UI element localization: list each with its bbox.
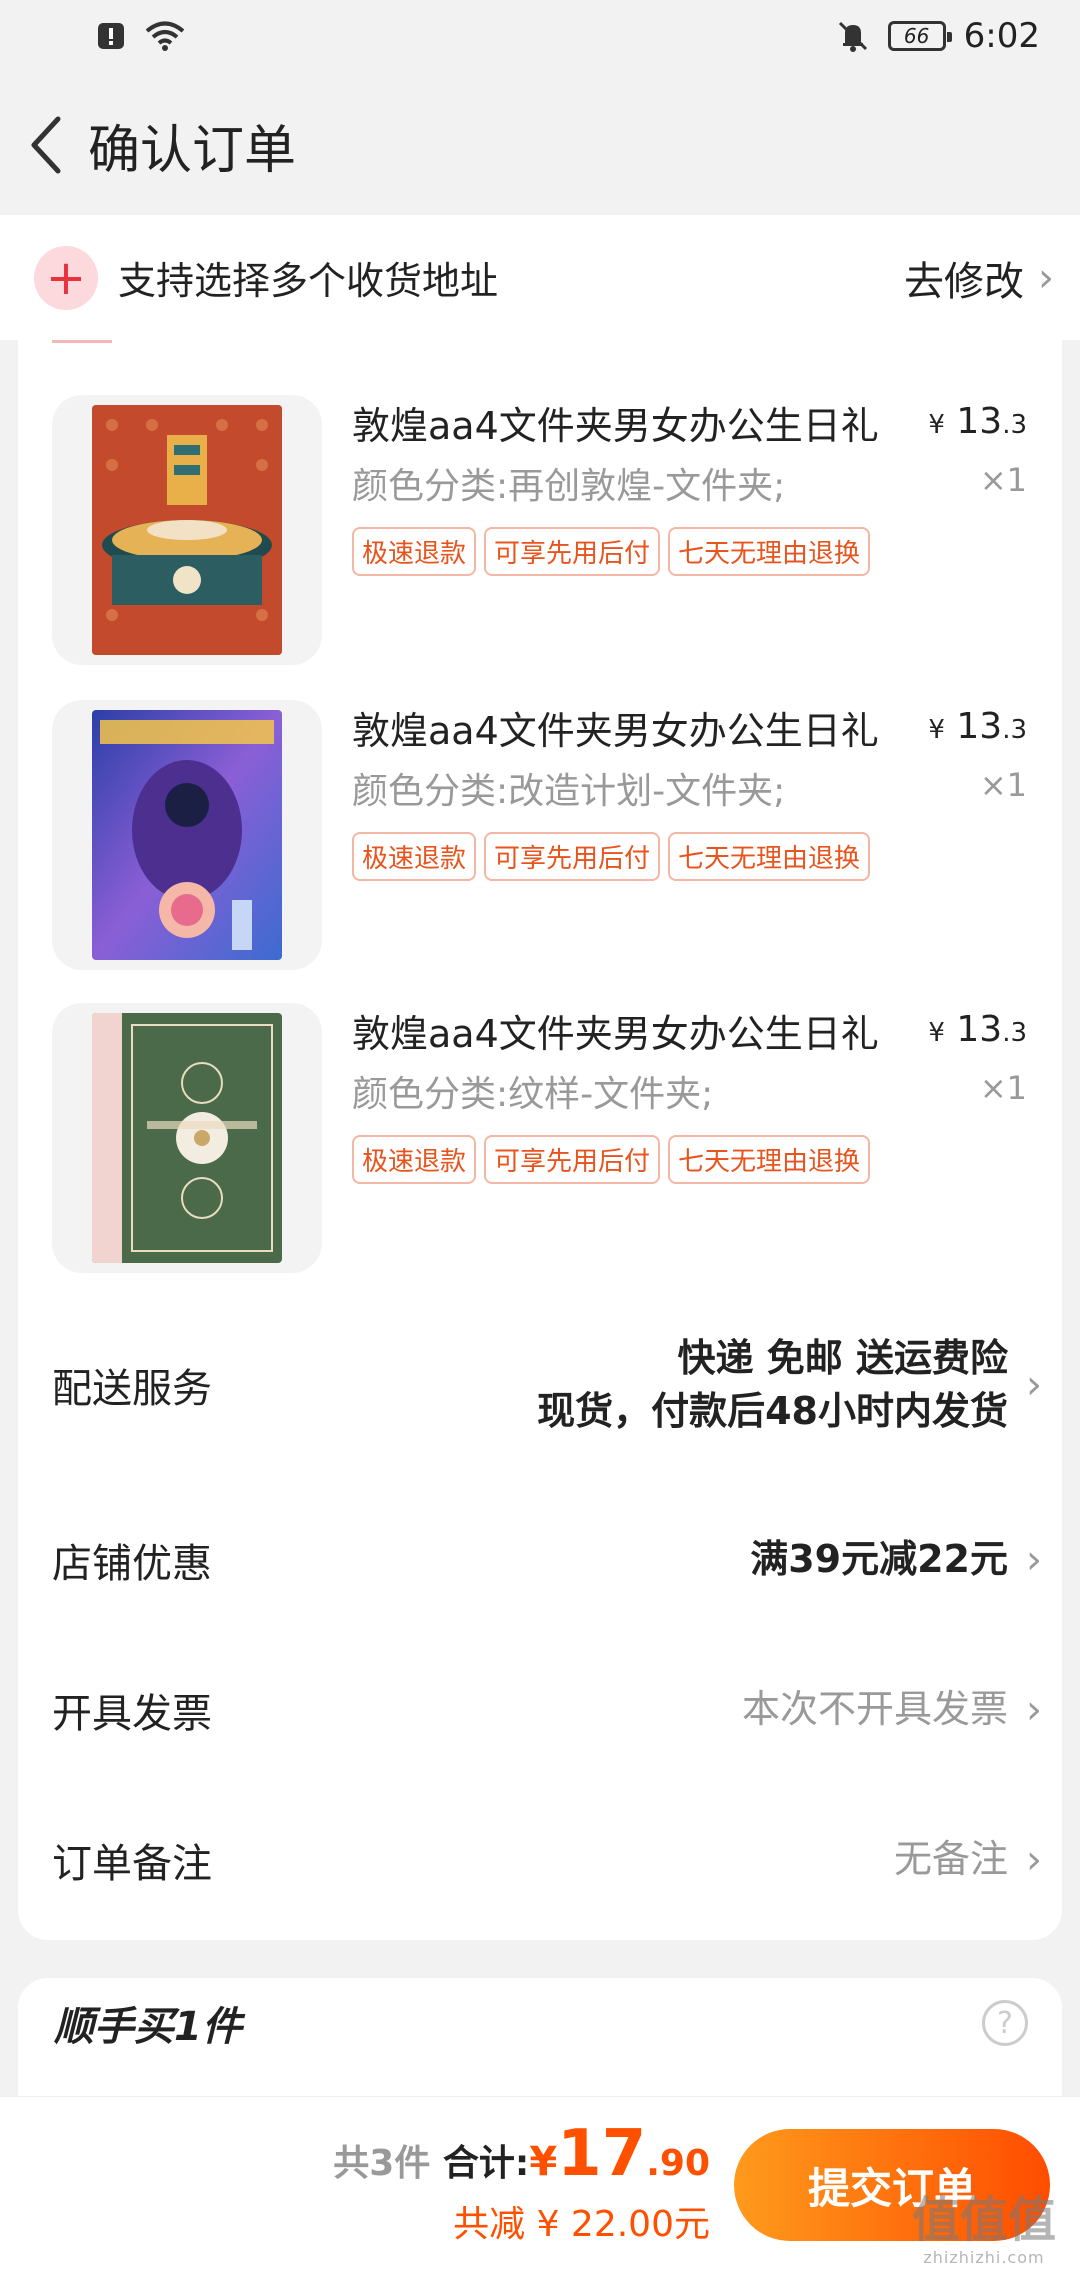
product-quantity: ×1 <box>979 461 1027 499</box>
item-count: 共3件 <box>333 2143 431 2184</box>
remark-label: 订单备注 <box>52 1841 212 1887</box>
product-thumbnail[interactable] <box>52 395 322 665</box>
price-decimal: .3 <box>1002 410 1027 440</box>
service-tags: 极速退款 可享先用后付 七天无理由退换 <box>352 1135 871 1184</box>
battery-level: 66 <box>903 24 930 48</box>
edit-address-label: 去修改 <box>904 258 1024 305</box>
chevron-right-icon: › <box>1038 254 1054 301</box>
tag-pay-later: 可享先用后付 <box>484 832 661 881</box>
product-quantity: ×1 <box>979 766 1027 804</box>
product-image <box>92 710 282 960</box>
tag-pay-later: 可享先用后付 <box>484 527 661 576</box>
watermark-sub: zhizhizhi.com <box>923 2248 1045 2267</box>
product-item[interactable]: 敦煌aa4文件夹男女办公生日礼 ¥ 13.3 颜色分类:改造计划-文件夹; ×1… <box>52 700 1027 970</box>
question-icon[interactable]: ? <box>982 2000 1028 2046</box>
product-title: 敦煌aa4文件夹男女办公生日礼 <box>352 709 879 753</box>
nav-bar: 确认订单 <box>0 90 1080 200</box>
total-integer: 17 <box>557 2117 647 2191</box>
tag-fast-refund: 极速退款 <box>352 832 477 881</box>
wifi-icon <box>145 21 185 51</box>
total-decimal: .90 <box>646 2143 710 2184</box>
mute-icon <box>838 21 867 52</box>
total-label: 合计: <box>442 2143 530 2184</box>
address-selector[interactable]: + 支持选择多个收货地址 去修改 › <box>0 215 1080 340</box>
product-item[interactable]: 敦煌aa4文件夹男女办公生日礼 ¥ 13.3 颜色分类:纹样-文件夹; ×1 极… <box>52 1003 1027 1273</box>
chevron-right-icon: › <box>1026 1537 1042 1583</box>
product-sku: 颜色分类:改造计划-文件夹; <box>352 771 786 812</box>
price-integer: 13 <box>956 401 1003 442</box>
product-sku: 颜色分类:纹样-文件夹; <box>352 1074 714 1115</box>
product-title: 敦煌aa4文件夹男女办公生日礼 <box>352 1012 879 1056</box>
delivery-service-row[interactable]: 配送服务 快递 免邮 送运费险 现货，付款后48小时内发货 › <box>52 1305 1042 1465</box>
product-price: ¥ 13.3 <box>928 1009 1027 1050</box>
discount-value: 满39元减22元 <box>750 1537 1008 1582</box>
plus-icon: + <box>34 245 98 310</box>
order-summary: 共3件 合计:¥17.90 共减 ¥ 22.00元 <box>333 2117 710 2247</box>
tag-fast-refund: 极速退款 <box>352 1135 477 1184</box>
product-price: ¥ 13.3 <box>928 706 1027 747</box>
shop-discount-row[interactable]: 店铺优惠 满39元减22元 › <box>52 1510 1042 1610</box>
watermark: 值值值 zhizhizhi.com <box>912 2196 1056 2266</box>
tag-fast-refund: 极速退款 <box>352 527 477 576</box>
clock: 6:02 <box>963 16 1040 56</box>
remark-value: 无备注 <box>893 1837 1008 1882</box>
price-currency: ¥ <box>928 715 945 745</box>
price-currency: ¥ <box>928 410 945 440</box>
page-title: 确认订单 <box>88 120 297 181</box>
product-quantity: ×1 <box>979 1069 1027 1107</box>
delivery-label: 配送服务 <box>52 1366 212 1412</box>
battery-icon: 66 <box>887 21 952 51</box>
address-hint: 支持选择多个收货地址 <box>118 259 499 303</box>
product-image <box>92 405 282 655</box>
service-tags: 极速退款 可享先用后付 七天无理由退换 <box>352 832 871 881</box>
tag-7day-return: 七天无理由退换 <box>668 527 871 576</box>
product-price: ¥ 13.3 <box>928 401 1027 442</box>
delivery-line1: 快递 免邮 送运费险 <box>677 1335 1008 1380</box>
service-tags: 极速退款 可享先用后付 七天无理由退换 <box>352 527 871 576</box>
chevron-right-icon: › <box>1026 1837 1042 1883</box>
delivery-line2: 现货，付款后48小时内发货 <box>537 1389 1008 1433</box>
discount-label: 店铺优惠 <box>52 1541 212 1587</box>
product-thumbnail[interactable] <box>52 1003 322 1273</box>
watermark-text: 值值值 <box>911 2192 1056 2248</box>
saved-amount: 共减 ¥ 22.00元 <box>453 2204 710 2245</box>
order-remark-row[interactable]: 订单备注 无备注 › <box>52 1810 1042 1910</box>
price-decimal: .3 <box>1002 1018 1027 1048</box>
chevron-right-icon: › <box>1026 1362 1042 1408</box>
product-sku: 颜色分类:再创敦煌-文件夹; <box>352 466 786 507</box>
price-decimal: .3 <box>1002 715 1027 745</box>
product-title: 敦煌aa4文件夹男女办公生日礼 <box>352 404 879 448</box>
tag-pay-later: 可享先用后付 <box>484 1135 661 1184</box>
product-image <box>92 1013 282 1263</box>
alert-icon <box>98 23 124 49</box>
addon-title: 顺手买1件 <box>54 2004 242 2050</box>
chevron-right-icon: › <box>1026 1687 1042 1733</box>
chevron-left-icon[interactable] <box>20 110 70 180</box>
invoice-value: 本次不开具发票 <box>741 1687 1008 1732</box>
delivery-value: 快递 免邮 送运费险 现货，付款后48小时内发货 <box>537 1332 1008 1438</box>
checkout-bar: 共3件 合计:¥17.90 共减 ¥ 22.00元 提交订单 值值值 zhizh… <box>0 2096 1080 2280</box>
edit-address-link[interactable]: 去修改 › <box>904 249 1054 307</box>
divider <box>52 340 112 343</box>
price-currency: ¥ <box>928 1018 945 1048</box>
tag-7day-return: 七天无理由退换 <box>668 1135 871 1184</box>
product-item[interactable]: 敦煌aa4文件夹男女办公生日礼 ¥ 13.3 颜色分类:再创敦煌-文件夹; ×1… <box>52 395 1027 665</box>
status-bar: 66 6:02 <box>0 0 1080 72</box>
invoice-label: 开具发票 <box>52 1691 212 1737</box>
invoice-row[interactable]: 开具发票 本次不开具发票 › <box>52 1660 1042 1760</box>
product-thumbnail[interactable] <box>52 700 322 970</box>
tag-7day-return: 七天无理由退换 <box>668 832 871 881</box>
price-integer: 13 <box>956 706 1003 747</box>
price-integer: 13 <box>956 1009 1003 1050</box>
order-card: 敦煌aa4文件夹男女办公生日礼 ¥ 13.3 颜色分类:再创敦煌-文件夹; ×1… <box>18 340 1062 1940</box>
total-currency: ¥ <box>529 2139 558 2185</box>
